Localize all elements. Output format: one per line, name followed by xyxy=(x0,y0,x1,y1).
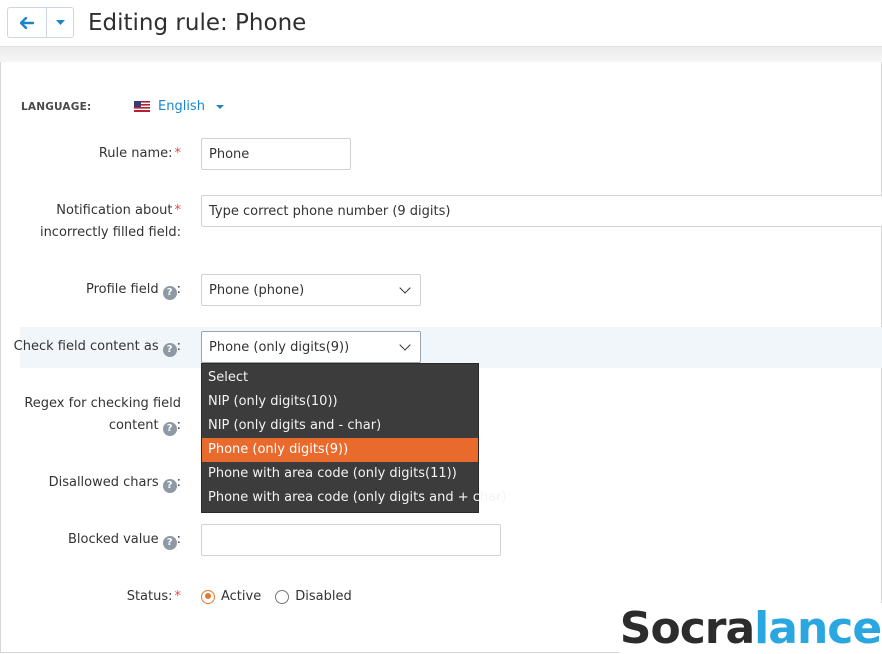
chevron-down-icon xyxy=(399,282,411,294)
dropdown-option[interactable]: Phone with area code (only digits(11)) xyxy=(202,462,478,486)
help-icon: ? xyxy=(162,286,177,300)
help-icon: ? xyxy=(162,422,177,436)
language-selector[interactable]: English xyxy=(134,99,224,114)
page-header: Editing rule: Phone xyxy=(0,0,882,46)
language-value: English xyxy=(158,99,205,114)
back-button-group xyxy=(7,7,74,38)
watermark-logo: Socra lance xyxy=(619,602,882,654)
blocked-value-label: Blocked value?: xyxy=(68,532,181,550)
check-content-label: Check field content as?: xyxy=(13,339,181,357)
header-divider xyxy=(0,46,882,62)
blocked-value-input[interactable] xyxy=(201,524,501,556)
arrow-left-icon xyxy=(20,16,34,29)
status-radio-group: Active Disabled xyxy=(201,589,366,604)
back-button[interactable] xyxy=(8,8,47,37)
caret-down-icon xyxy=(55,19,65,25)
dropdown-option-selected[interactable]: Phone (only digits(9)) xyxy=(202,438,478,462)
notification-input[interactable]: Type correct phone number (9 digits) xyxy=(201,195,882,227)
status-active-radio[interactable] xyxy=(201,589,215,604)
back-menu-toggle[interactable] xyxy=(47,8,73,37)
dropdown-option[interactable]: Phone with area code (only digits and + … xyxy=(202,486,507,510)
dropdown-option[interactable]: NIP (only digits and - char) xyxy=(202,414,478,438)
dropdown-option[interactable]: Select xyxy=(202,366,478,390)
profile-field-select[interactable]: Phone (phone) xyxy=(201,274,421,306)
check-content-select[interactable]: Phone (only digits(9)) xyxy=(201,331,421,363)
chevron-down-icon xyxy=(399,339,411,351)
status-disabled-radio[interactable] xyxy=(275,589,290,604)
rule-name-label: Rule name: * xyxy=(98,146,181,161)
status-label: Status: * xyxy=(126,589,181,604)
status-active-label[interactable]: Active xyxy=(221,589,261,604)
status-disabled-label[interactable]: Disabled xyxy=(295,589,351,604)
help-icon: ? xyxy=(162,343,177,357)
dropdown-option[interactable]: NIP (only digits(10)) xyxy=(202,390,478,414)
page-title: Editing rule: Phone xyxy=(88,10,307,36)
profile-field-label: Profile field?: xyxy=(86,282,181,300)
rule-name-input[interactable]: Phone xyxy=(201,138,351,170)
disallowed-chars-label: Disallowed chars?: xyxy=(48,475,181,493)
regex-label: Regex for checking field content?: xyxy=(24,396,181,436)
language-label: LANGUAGE: xyxy=(21,101,92,113)
help-icon: ? xyxy=(162,536,177,550)
us-flag-icon xyxy=(134,101,150,112)
check-content-dropdown: Select NIP (only digits(10)) NIP (only d… xyxy=(201,363,507,513)
notification-label: Notification about * incorrectly filled f… xyxy=(39,203,181,240)
caret-down-icon xyxy=(215,104,224,109)
help-icon: ? xyxy=(162,479,177,493)
